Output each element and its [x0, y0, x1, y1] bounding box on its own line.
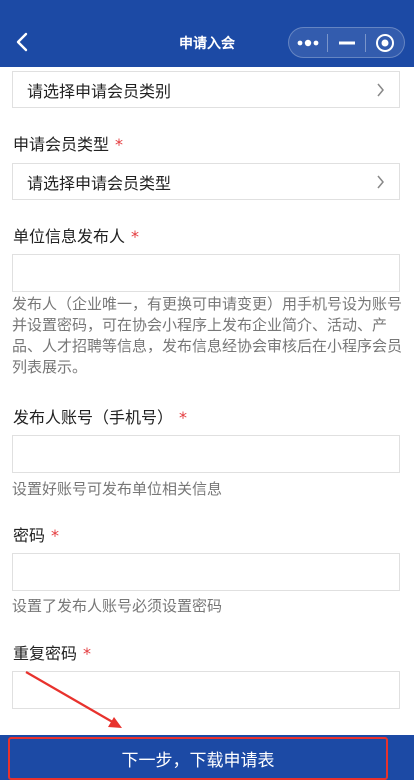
password-label: 密码 *: [13, 522, 59, 546]
confirm-password-input-wrap: [12, 671, 400, 709]
publisher-account-label-text: 发布人账号（手机号）: [13, 408, 174, 427]
required-mark: *: [115, 135, 124, 154]
member-type-value: 请选择申请会员类型: [27, 173, 172, 193]
close-target-icon: [376, 33, 395, 52]
more-dots-icon: [297, 39, 319, 46]
publisher-account-input-wrap: [12, 435, 400, 473]
member-type-label: 申请会员类型 *: [13, 131, 123, 155]
minimize-icon: [338, 41, 355, 44]
more-button[interactable]: [289, 28, 327, 57]
publisher-account-input[interactable]: [13, 436, 399, 472]
password-hint: 设置了发布人账号必须设置密码: [12, 597, 223, 615]
publisher-label: 单位信息发布人 *: [13, 223, 139, 247]
close-button[interactable]: [366, 28, 404, 57]
form-content: 请选择申请会员类别 申请会员类型 * 请选择申请会员类型 单位信息发布人 * 发布人…: [0, 67, 414, 735]
member-category-value: 请选择申请会员类别: [27, 81, 172, 101]
publisher-hint: 发布人（企业唯一，有更换可申请变更）用手机号设为账号并设置密码，可在协会小程序上…: [12, 295, 403, 376]
publisher-input-wrap: [12, 254, 400, 292]
password-input[interactable]: [13, 554, 399, 590]
publisher-label-text: 单位信息发布人: [13, 227, 126, 246]
mini-program-capsule: [288, 27, 405, 58]
member-type-select[interactable]: 请选择申请会员类型: [12, 163, 400, 200]
minimize-button[interactable]: [328, 28, 366, 57]
confirm-password-input[interactable]: [13, 672, 399, 708]
publisher-account-label: 发布人账号（手机号） *: [13, 404, 187, 428]
required-mark: *: [131, 227, 140, 246]
publisher-input[interactable]: [13, 255, 399, 291]
chevron-right-icon: [377, 83, 384, 97]
required-mark: *: [51, 526, 60, 545]
publisher-account-hint: 设置好账号可发布单位相关信息: [12, 480, 223, 498]
password-input-wrap: [12, 553, 400, 591]
required-mark: *: [179, 408, 188, 427]
member-type-label-text: 申请会员类型: [13, 135, 110, 154]
required-mark: *: [83, 644, 92, 663]
next-step-download-button[interactable]: 下一步，下载申请表: [8, 737, 388, 780]
confirm-password-label-text: 重复密码: [13, 644, 78, 663]
confirm-password-label: 重复密码 *: [13, 640, 91, 664]
chevron-right-icon: [377, 175, 384, 189]
member-category-select[interactable]: 请选择申请会员类别: [12, 71, 400, 108]
password-label-text: 密码: [13, 526, 46, 545]
navigation-bar: 申请入会: [0, 0, 414, 67]
